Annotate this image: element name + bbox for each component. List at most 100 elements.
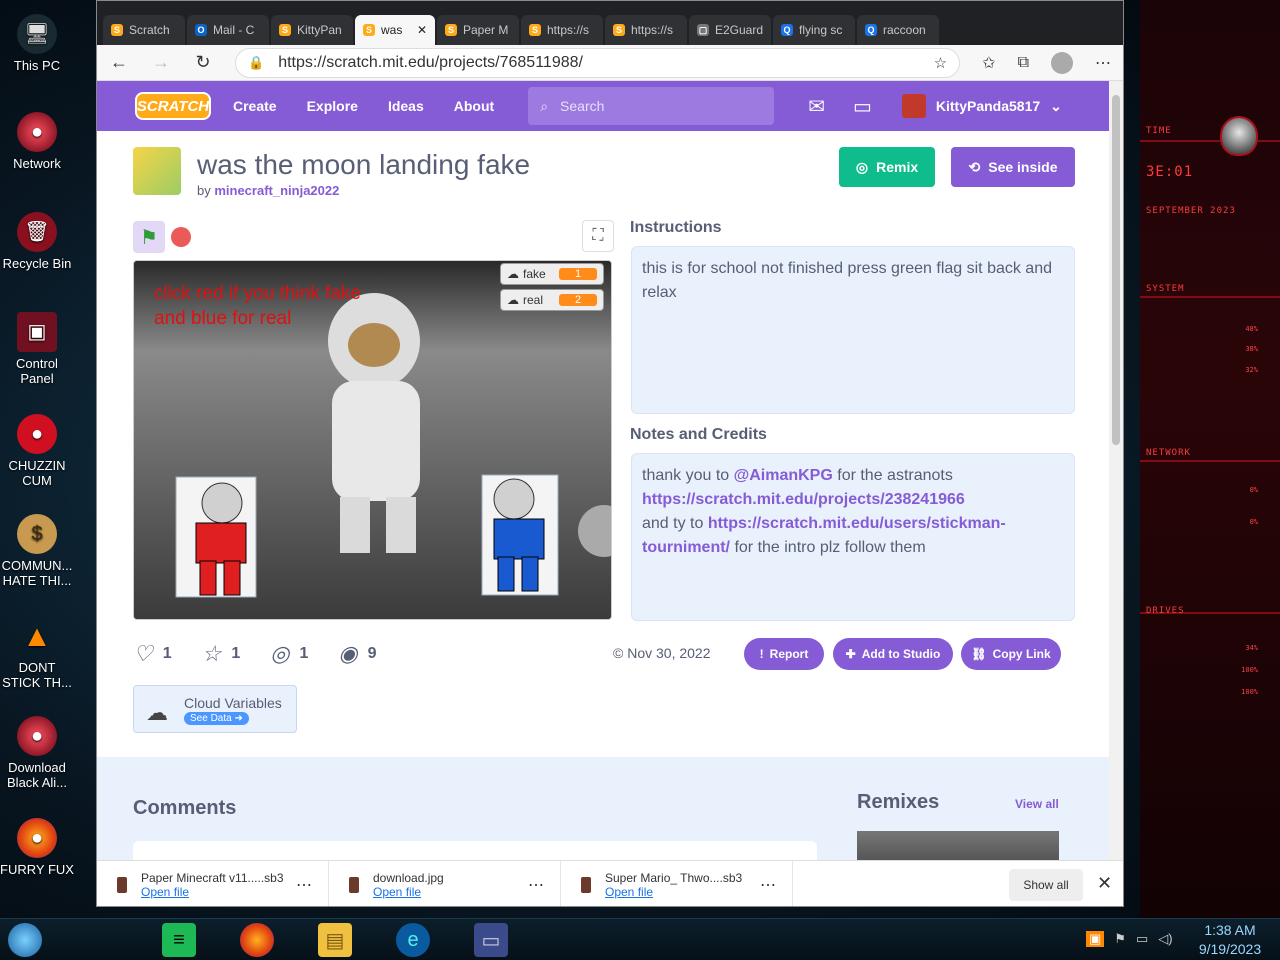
forward-icon[interactable]: → — [151, 52, 171, 73]
close-tab-icon[interactable]: ✕ — [417, 23, 427, 37]
window-app-icon[interactable]: ▭ — [474, 923, 508, 957]
project-link[interactable]: https://scratch.mit.edu/projects/2382419… — [642, 491, 965, 508]
see-inside-button[interactable]: ⟲ See inside — [951, 147, 1075, 187]
messages-icon[interactable]: ✉ — [808, 94, 825, 119]
lock-icon[interactable]: 🔒 — [248, 55, 264, 71]
view-all-link[interactable]: View all — [1015, 797, 1059, 811]
browser-tab[interactable]: O Mail - C — [187, 15, 269, 45]
browser-tab[interactable]: S Scratch — [103, 15, 185, 45]
nav-create[interactable]: Create — [233, 98, 277, 114]
add-studio-label: Add to Studio — [861, 647, 941, 661]
desktop-icon-network[interactable]: ● Network — [0, 112, 74, 171]
favorite-stat[interactable]: ☆ 1 — [202, 641, 241, 667]
more-icon[interactable]: ⋯ — [296, 875, 312, 895]
browser-tab[interactable]: ▢ E2Guard — [689, 15, 771, 45]
computer-icon: 🖥 — [17, 14, 57, 54]
desktop-icon-furry-fux[interactable]: ● FURRY FUX — [0, 818, 74, 877]
back-icon[interactable]: ← — [109, 52, 129, 73]
desktop-icon-download-black-ali[interactable]: ● Download Black Ali... — [0, 716, 74, 790]
comment-input[interactable] — [133, 841, 817, 860]
spotify-icon[interactable]: ≡ — [162, 923, 196, 957]
browser-tab[interactable]: S Paper M — [437, 15, 519, 45]
user-avatar — [901, 94, 926, 118]
cloud-variables-label: Cloud Variables — [184, 695, 282, 711]
mention-link[interactable]: @AimanKPG — [734, 467, 833, 484]
address-toolbar: ← → ↻ 🔒 https://scratch.mit.edu/projects… — [97, 45, 1123, 81]
collections-icon[interactable]: ⧉ — [1018, 54, 1029, 72]
search-placeholder: Search — [560, 98, 605, 114]
firefox-icon[interactable] — [240, 923, 274, 957]
remix-icon: ◎ — [855, 158, 869, 175]
url-bar[interactable]: 🔒 https://scratch.mit.edu/projects/76851… — [235, 47, 961, 78]
see-data-button[interactable]: See Data ➜ — [184, 712, 249, 725]
network-tray-icon[interactable]: ▭ — [1136, 931, 1148, 947]
page-scrollbar[interactable] — [1109, 81, 1123, 860]
desktop-icon-label: FURRY FUX — [0, 862, 74, 877]
tray-app-icon[interactable]: ▣ — [1086, 931, 1105, 947]
open-file-link[interactable]: Open file — [373, 885, 444, 899]
nav-explore[interactable]: Explore — [307, 98, 358, 114]
eye-icon: ◉ — [338, 641, 358, 666]
my-stuff-folder-icon[interactable]: ▭ — [853, 94, 872, 119]
browser-tab[interactable]: Qraccoon — [857, 15, 939, 45]
favicon-icon: Q — [781, 24, 793, 36]
author-avatar[interactable] — [133, 147, 181, 195]
variable-monitor-real: ☁ real 2 — [500, 289, 604, 311]
refresh-icon[interactable]: ↻ — [193, 52, 213, 73]
show-all-button[interactable]: Show all — [1009, 869, 1083, 901]
nav-about[interactable]: About — [454, 98, 494, 114]
add-favorite-icon[interactable]: ☆ — [934, 54, 947, 72]
desktop-icon-commun[interactable]: $ COMMUN... HATE THI... — [0, 514, 74, 588]
remix-button[interactable]: ◎ Remix — [839, 147, 935, 187]
open-file-link[interactable]: Open file — [141, 885, 284, 899]
green-flag-button[interactable]: ⚑ — [133, 221, 165, 253]
start-orb-icon[interactable] — [8, 923, 42, 957]
remix-icon: ◎ — [270, 641, 290, 666]
search-input[interactable]: ⌕ Search — [528, 87, 775, 125]
project-stage[interactable]: click red if you think fake and blue for … — [133, 260, 612, 620]
copy-link-button[interactable]: ⛓ Copy Link — [961, 638, 1061, 670]
desktop-icon-this-pc[interactable]: 🖥 This PC — [0, 14, 74, 73]
tab-label: Mail - C — [213, 23, 255, 37]
volume-icon[interactable]: ◁) — [1158, 931, 1172, 947]
copy-link-label: Copy Link — [992, 647, 1051, 661]
scrollbar-thumb[interactable] — [1112, 95, 1120, 445]
fullscreen-button[interactable]: ⛶ — [582, 220, 614, 252]
author-link[interactable]: minecraft_ninja2022 — [214, 183, 339, 198]
more-menu-icon[interactable]: ⋯ — [1095, 53, 1111, 73]
desktop-icon-chuzzin[interactable]: ● CHUZZIN CUM — [0, 414, 74, 488]
edge-icon[interactable]: e — [396, 923, 430, 957]
browser-tab[interactable]: Shttps://s — [521, 15, 603, 45]
flag-icon[interactable]: ⚑ — [1114, 931, 1126, 947]
download-item[interactable]: Paper Minecraft v11.....sb3 Open file ⋯ — [97, 860, 329, 906]
nav-ideas[interactable]: Ideas — [388, 98, 424, 114]
download-item[interactable]: download.jpg Open file ⋯ — [329, 860, 561, 906]
cloud-variables-panel[interactable]: ☁ Cloud Variables See Data ➜ — [133, 685, 297, 733]
desktop-icon-recycle-bin[interactable]: 🗑 Recycle Bin — [0, 212, 74, 271]
more-icon[interactable]: ⋯ — [528, 875, 544, 895]
variable-monitor-fake: ☁ fake 1 — [500, 263, 604, 285]
browser-tab[interactable]: S KittyPan — [271, 15, 353, 45]
taskbar-clock[interactable]: 1:38 AM 9/19/2023 — [1186, 921, 1274, 959]
scratch-logo[interactable]: SCRATCH — [135, 92, 211, 120]
close-icon[interactable]: ✕ — [1097, 873, 1112, 894]
user-menu[interactable]: KittyPanda5817 ⌄ — [901, 94, 1062, 118]
add-to-studio-button[interactable]: ✚ Add to Studio — [833, 638, 953, 670]
favorites-icon[interactable]: ✩ — [982, 53, 995, 73]
desktop-icon-control-panel[interactable]: ▣ Control Panel — [0, 312, 74, 386]
desktop-icon-dont-stick[interactable]: ▲ DONT STICK TH... — [0, 616, 74, 690]
stop-button[interactable] — [171, 227, 191, 247]
browser-tab[interactable]: Qflying sc — [773, 15, 855, 45]
tab-label: https://s — [631, 23, 674, 37]
remix-thumbnail[interactable] — [857, 831, 1059, 860]
profile-avatar[interactable] — [1051, 51, 1073, 74]
download-item[interactable]: Super Mario_ Thwo....sb3 Open file ⋯ — [561, 860, 793, 906]
browser-tab[interactable]: Swas ✕ — [355, 15, 435, 45]
favicon-icon: S — [445, 24, 457, 36]
browser-tab[interactable]: Shttps://s — [605, 15, 687, 45]
open-file-link[interactable]: Open file — [605, 885, 742, 899]
file-explorer-icon[interactable]: ▤ — [318, 923, 352, 957]
report-button[interactable]: ! Report — [744, 638, 824, 670]
more-icon[interactable]: ⋯ — [760, 875, 776, 895]
love-stat[interactable]: ♡ 1 — [133, 641, 172, 667]
